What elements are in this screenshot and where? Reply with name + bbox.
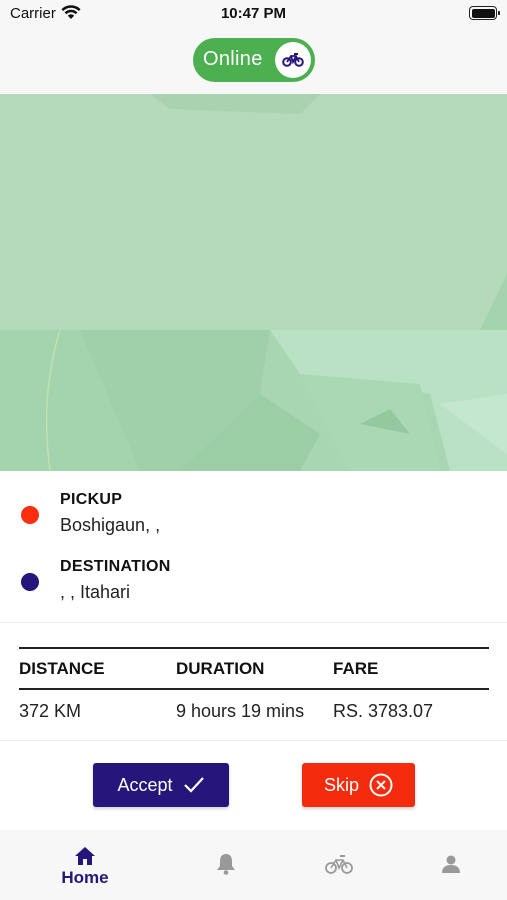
bottom-tab-bar: Home bbox=[0, 830, 507, 900]
action-bar: Accept Skip bbox=[0, 740, 507, 830]
pickup-title: PICKUP bbox=[60, 491, 123, 508]
pickup-row: PICKUP Boshigaun, , bbox=[0, 485, 507, 545]
trip-info: DISTANCE DURATION FARE 372 KM 9 hours 19… bbox=[0, 622, 507, 740]
checkmark-icon bbox=[183, 777, 204, 793]
destination-dot-icon bbox=[21, 573, 39, 591]
distance-value: 372 KM bbox=[19, 701, 82, 721]
pickup-value: Boshigaun, , bbox=[60, 515, 161, 535]
duration-value: 9 hours 19 mins bbox=[176, 701, 305, 721]
fare-value: RS. 3783.07 bbox=[333, 701, 434, 721]
tab-home-label: Home bbox=[61, 868, 109, 887]
home-icon bbox=[75, 847, 95, 865]
online-label: Online bbox=[203, 48, 263, 70]
destination-value: , , Itahari bbox=[60, 582, 131, 602]
tab-profile[interactable] bbox=[388, 830, 507, 900]
destination-title: DESTINATION bbox=[60, 558, 171, 575]
duration-header: DURATION bbox=[176, 659, 265, 678]
toggle-knob[interactable] bbox=[275, 42, 311, 78]
clock-time: 10:47 PM bbox=[220, 5, 287, 22]
bike-icon bbox=[325, 855, 353, 874]
skip-label: Skip bbox=[323, 774, 359, 795]
divider-top bbox=[19, 647, 489, 649]
distance-header: DISTANCE bbox=[19, 659, 105, 678]
online-toggle[interactable]: Online bbox=[193, 38, 315, 82]
bell-icon bbox=[217, 854, 235, 875]
person-icon bbox=[442, 855, 460, 873]
divider-middle bbox=[19, 688, 489, 690]
pickup-dot-icon bbox=[21, 506, 39, 524]
destination-row: DESTINATION , , Itahari bbox=[0, 552, 507, 612]
header: Online bbox=[0, 30, 507, 94]
status-bar: Carrier 10:47 PM bbox=[0, 0, 507, 30]
tab-home[interactable]: Home bbox=[22, 830, 148, 900]
tab-notifications[interactable] bbox=[163, 830, 289, 900]
battery-icon bbox=[469, 6, 500, 20]
map-view[interactable] bbox=[0, 94, 507, 471]
tab-rides[interactable] bbox=[276, 830, 402, 900]
skip-button[interactable]: Skip bbox=[302, 763, 415, 807]
close-circle-icon bbox=[369, 773, 393, 797]
accept-button[interactable]: Accept bbox=[93, 763, 229, 807]
fare-header: FARE bbox=[333, 659, 379, 678]
accept-label: Accept bbox=[117, 774, 173, 795]
map-terrain bbox=[0, 94, 507, 471]
trip-locations: PICKUP Boshigaun, , DESTINATION , , Itah… bbox=[0, 471, 507, 622]
bike-icon bbox=[282, 53, 304, 67]
